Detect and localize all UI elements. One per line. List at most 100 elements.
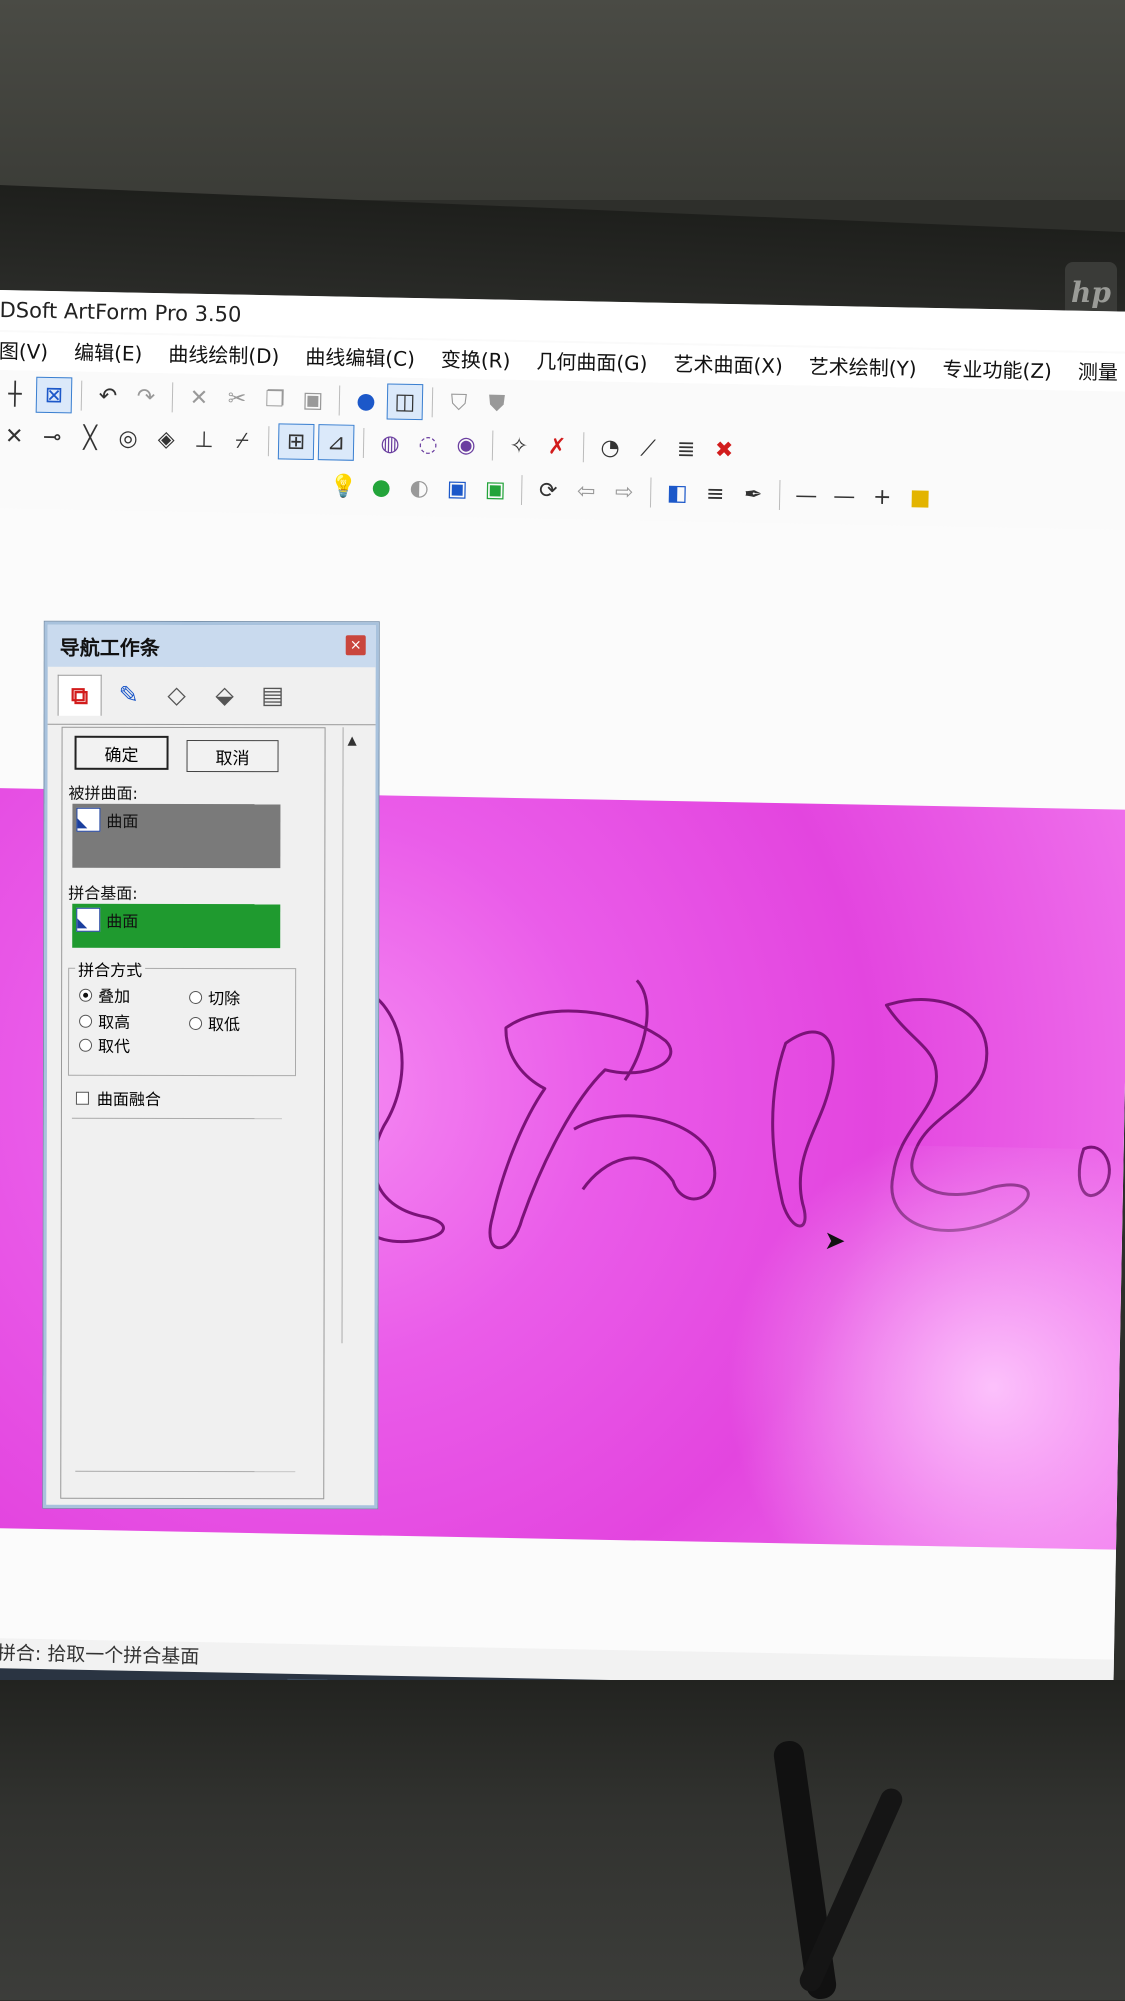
menu-transform[interactable]: 变换(R) (441, 340, 511, 379)
color-swatch-icon[interactable]: ■ (903, 480, 938, 515)
mode-overlay-radio[interactable]: 叠加 (79, 983, 130, 1007)
line-type-icon[interactable]: — (789, 478, 824, 513)
radio-dot (79, 1038, 93, 1052)
light-frame-icon[interactable]: ▣ (440, 471, 475, 506)
back-arrow-icon[interactable]: ⇦ (569, 474, 604, 509)
select-box-icon[interactable]: ⊠ (35, 376, 73, 414)
radio-label: 切除 (208, 988, 241, 1009)
tab-plane-icon[interactable]: ◇ (156, 675, 198, 715)
vertical-scrollbar[interactable]: ▲ (341, 727, 366, 1344)
dimension-icon[interactable]: ⟋ (631, 431, 666, 466)
cancel-button[interactable]: 取消 (186, 739, 279, 773)
snap-quadrant-icon[interactable]: ◈ (149, 422, 184, 457)
sphere-render-icon[interactable]: ● (349, 384, 384, 419)
ortho-snap-icon[interactable]: ⊿ (317, 424, 355, 461)
point-type-icon[interactable]: + (865, 480, 900, 515)
menu-curve-draw[interactable]: 曲线绘制(D) (168, 335, 280, 375)
list-item[interactable]: ◣ 曲面 (72, 804, 280, 836)
spliced-surface-label: 被拼曲面: (68, 783, 138, 803)
snap-cross-icon[interactable]: ╳ (73, 420, 108, 455)
checkbox-box (75, 1091, 89, 1105)
spliced-surface-list[interactable]: ◣ 曲面 (72, 803, 281, 869)
menu-geometry-surface[interactable]: 几何曲面(G) (536, 342, 648, 382)
list-item-label: 曲面 (106, 811, 139, 831)
mode-replace-radio[interactable]: 取代 (79, 1033, 130, 1057)
light-green-frame-icon[interactable]: ▣ (478, 472, 513, 507)
cube-view-icon[interactable]: ◫ (386, 383, 424, 421)
layers-icon[interactable]: ◧ (660, 476, 695, 511)
tool-disabled-icon[interactable]: ⛊ (480, 386, 515, 421)
light-off-icon[interactable]: ◐ (402, 471, 437, 506)
snap-intersection-icon[interactable]: ✕ (0, 419, 32, 454)
line-width-icon[interactable]: — (827, 479, 862, 514)
tab-edit-surface-icon[interactable]: ✎ (108, 675, 150, 715)
toolbar-separator (267, 426, 270, 457)
mode-min-radio[interactable]: 取低 (189, 1011, 240, 1035)
menu-art-surface[interactable]: 艺术曲面(X) (673, 345, 783, 385)
radio-dot (189, 1016, 203, 1030)
toolbar-snap: ✕ ⊸ ╳ ◎ ◈ ⊥ ⌿ ⊞ ⊿ ◍ ◌ ◉ ✧ ✗ ◔ ⟋ ≣ ✖ (0, 416, 741, 470)
list-item[interactable]: ◣ 曲面 (72, 904, 280, 936)
surface-wire-icon[interactable]: ◌ (411, 427, 446, 462)
list-item-label: 曲面 (106, 911, 139, 931)
toolbar-display: 💡 ● ◐ ▣ ▣ ⟳ ⇦ ⇨ ◧ ≡ ✒ — — + ■ (326, 466, 938, 518)
surface-mesh-icon[interactable]: ◉ (449, 428, 484, 463)
scroll-up-icon[interactable]: ▲ (348, 733, 357, 747)
crosshair-icon[interactable]: ┼ (0, 377, 32, 412)
paste-icon[interactable]: ▣ (296, 383, 331, 418)
close-icon[interactable]: × (345, 635, 366, 656)
delete-point-icon[interactable]: ✗ (540, 429, 575, 464)
light-bulb-green-icon[interactable]: ● (364, 470, 399, 505)
radio-dot (79, 988, 93, 1002)
surface-blend-checkbox[interactable]: 曲面融合 (75, 1086, 161, 1110)
menu-measure[interactable]: 测量 (1077, 353, 1118, 392)
ok-button[interactable]: 确定 (74, 735, 169, 770)
base-surface-list[interactable]: ◣ 曲面 (72, 903, 281, 949)
undo-icon[interactable]: ↶ (91, 379, 126, 414)
menu-art-draw[interactable]: 艺术绘制(Y) (808, 348, 917, 388)
toolbar-standard: ┼ ⊠ ↶ ↷ ✕ ✂ ❐ ▣ ● ◫ ⛉ ⛊ (0, 374, 514, 424)
line-pattern-icon[interactable]: ≡ (698, 476, 733, 511)
radio-dot (189, 990, 203, 1004)
copy-icon[interactable]: ❐ (258, 382, 293, 417)
tool-disabled-icon[interactable]: ⛉ (442, 386, 477, 421)
tab-splice-icon[interactable]: ⧉ (57, 674, 102, 716)
menu-view[interactable]: 图(V) (0, 332, 48, 371)
toolbar-separator (171, 382, 174, 413)
dialog-tabs: ⧉ ✎ ◇ ⬙ ▤ (47, 666, 376, 726)
radio-dot (79, 1014, 93, 1028)
surface-icon: ◣ (76, 907, 101, 932)
delete-icon[interactable]: ✕ (182, 381, 217, 416)
checkbox-label: 曲面融合 (96, 1089, 161, 1109)
eye-view-icon[interactable]: ◔ (593, 430, 628, 465)
snap-center-icon[interactable]: ◎ (111, 421, 146, 456)
snap-midpoint-icon[interactable]: ⊸ (35, 420, 70, 455)
grid-snap-icon[interactable]: ⊞ (277, 423, 315, 461)
snap-tangent-icon[interactable]: ⌿ (225, 423, 260, 458)
forward-arrow-icon[interactable]: ⇨ (607, 475, 642, 510)
menu-pro-functions[interactable]: 专业功能(Z) (942, 350, 1052, 390)
horizontal-scrollbar[interactable] (75, 1470, 296, 1491)
note-icon[interactable]: ≣ (669, 432, 704, 467)
snap-perpendicular-icon[interactable]: ⊥ (187, 423, 222, 458)
surface-shade-icon[interactable]: ◍ (373, 426, 408, 461)
mode-cut-radio[interactable]: 切除 (189, 985, 240, 1009)
pick-point-icon[interactable]: ✧ (502, 429, 537, 464)
menu-edit[interactable]: 编辑(E) (74, 333, 143, 372)
tab-document-icon[interactable]: ▤ (252, 675, 294, 715)
tab-tool-icon[interactable]: ⬙ (204, 675, 246, 715)
light-bulb-blue-icon[interactable]: 💡 (326, 469, 361, 504)
toolbar-separator (520, 475, 523, 506)
refresh-icon[interactable]: ⟳ (531, 473, 566, 508)
close-x-icon[interactable]: ✖ (707, 433, 742, 468)
glyph-stroke (488, 1009, 673, 1250)
monitor-bezel-bottom (0, 1680, 1125, 2000)
radio-label: 取高 (98, 1012, 131, 1032)
mode-max-radio[interactable]: 取高 (79, 1009, 130, 1033)
divider (71, 1117, 282, 1120)
menu-curve-edit[interactable]: 曲线编辑(C) (305, 338, 415, 378)
splice-mode-group: 拼合方式 叠加 切除 取高 取低 取代 (67, 956, 297, 1077)
redo-icon[interactable]: ↷ (129, 379, 164, 414)
cut-icon[interactable]: ✂ (220, 381, 255, 416)
eyedropper-icon[interactable]: ✒ (736, 477, 771, 512)
